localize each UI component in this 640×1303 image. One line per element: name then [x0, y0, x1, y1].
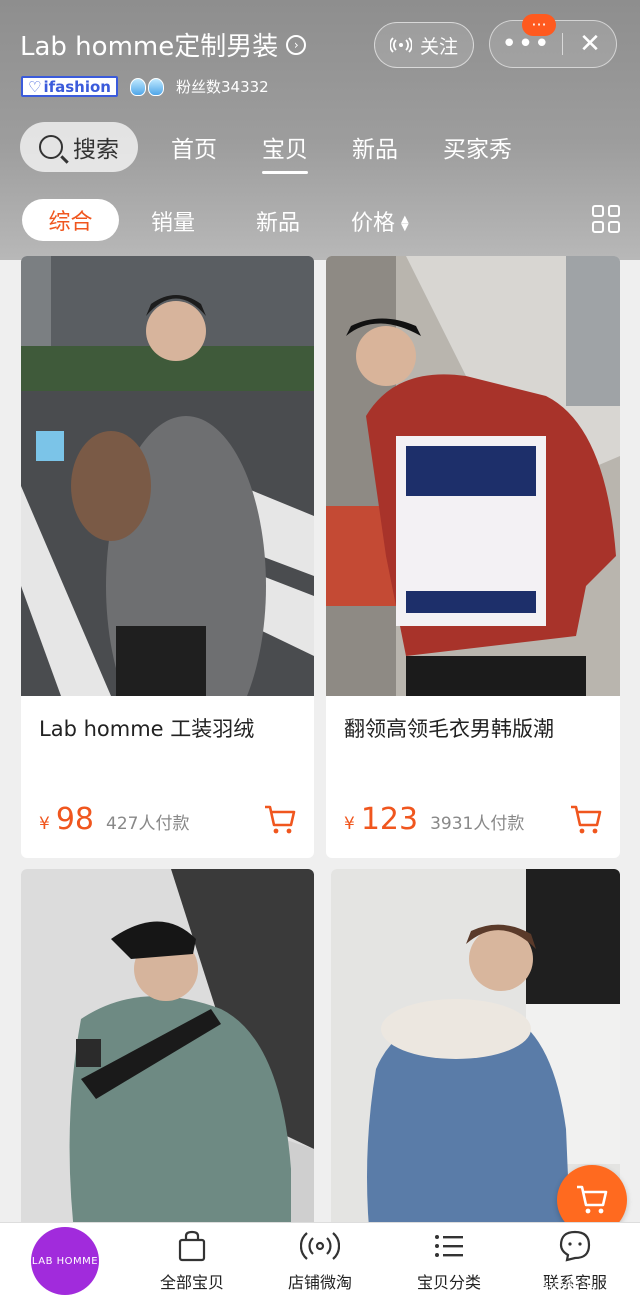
sort-arrows-icon: ▲ ▼	[401, 214, 409, 233]
product-card[interactable]	[21, 869, 314, 1249]
sort-price-label: 价格	[351, 211, 396, 236]
sort-new[interactable]: 新品	[256, 205, 300, 237]
chevron-right-icon: ›	[286, 34, 307, 55]
product-card[interactable]: Lab homme 工装羽绒 ¥ 98 427人付款	[21, 256, 314, 858]
close-button[interactable]: ✕	[564, 21, 616, 67]
tab-home[interactable]: 首页	[171, 130, 217, 164]
product-card[interactable]: 翻领高领毛衣男韩版潮 ¥ 123 3931人付款	[326, 256, 620, 858]
chat-icon	[559, 1230, 591, 1262]
ifashion-label: ifashion	[43, 77, 111, 96]
shop-level-crowns	[129, 77, 164, 96]
tab-buyer-show[interactable]: 买家秀	[443, 130, 512, 164]
heart-icon: ♡	[28, 77, 42, 96]
shopping-bag-icon	[178, 1230, 206, 1262]
sort-bar: 综合 销量 新品 价格 ▲ ▼	[20, 199, 620, 241]
currency-symbol: ¥	[39, 814, 50, 834]
shop-nav: 搜索 首页 宝贝 新品 买家秀	[20, 122, 620, 174]
grid-view-icon[interactable]	[592, 205, 620, 233]
bottom-tab-label: 宝贝分类	[416, 1273, 481, 1292]
product-title: Lab homme 工装羽绒	[39, 717, 255, 741]
sort-sales[interactable]: 销量	[151, 205, 195, 237]
cart-icon	[577, 1185, 608, 1214]
notification-badge: ···	[522, 14, 556, 36]
bottom-tab-shop-feed[interactable]: 店铺微淘	[265, 1229, 375, 1293]
bottom-tab-label: 全部宝贝	[159, 1273, 224, 1292]
ifashion-badge: ♡ ifashion	[21, 76, 118, 97]
sold-count: 3931人付款	[430, 814, 525, 834]
product-image-red-sweater	[326, 256, 620, 696]
capsule-divider	[562, 33, 563, 55]
tab-products[interactable]: 宝贝	[262, 130, 308, 174]
sold-count: 427人付款	[106, 814, 190, 834]
bottom-tab-all-products[interactable]: 全部宝贝	[137, 1229, 247, 1293]
sort-comprehensive[interactable]: 综合	[22, 199, 119, 241]
product-title: 翻领高领毛衣男韩版潮	[344, 717, 554, 741]
cart-icon[interactable]	[569, 803, 603, 837]
tab-new[interactable]: 新品	[352, 130, 398, 164]
shop-title[interactable]: Lab homme定制男装 ›	[20, 26, 307, 63]
search-button[interactable]: 搜索	[20, 122, 138, 172]
watermark: 头条@知乎	[520, 1278, 596, 1296]
bottom-tab-categories[interactable]: 宝贝分类	[394, 1229, 504, 1293]
broadcast-icon	[389, 37, 412, 53]
broadcast-icon	[300, 1232, 340, 1260]
shop-logo[interactable]: LAB HOMME	[31, 1227, 99, 1295]
shop-name: Lab homme定制男装	[20, 32, 279, 62]
search-icon	[39, 135, 63, 159]
sort-price[interactable]: 价格 ▲ ▼	[351, 205, 409, 237]
product-image-green-hoodie	[21, 869, 314, 1249]
follow-label: 关注	[419, 35, 458, 58]
list-icon	[435, 1235, 463, 1257]
price-row: ¥ 98 427人付款	[39, 802, 189, 837]
search-label: 搜索	[73, 137, 119, 163]
product-price: 123	[360, 802, 419, 837]
fans-count: 粉丝数34332	[175, 78, 269, 96]
currency-symbol: ¥	[344, 814, 355, 834]
product-price: 98	[55, 802, 95, 837]
crown-icon	[147, 77, 164, 96]
crown-icon	[129, 77, 146, 96]
price-row: ¥ 123 3931人付款	[344, 802, 524, 837]
shop-meta: ♡ ifashion 粉丝数34332	[21, 76, 269, 97]
product-image-gray-vest	[21, 256, 314, 696]
bottom-tab-label: 店铺微淘	[287, 1273, 352, 1292]
follow-button[interactable]: 关注	[374, 22, 474, 68]
cart-icon[interactable]	[263, 803, 297, 837]
